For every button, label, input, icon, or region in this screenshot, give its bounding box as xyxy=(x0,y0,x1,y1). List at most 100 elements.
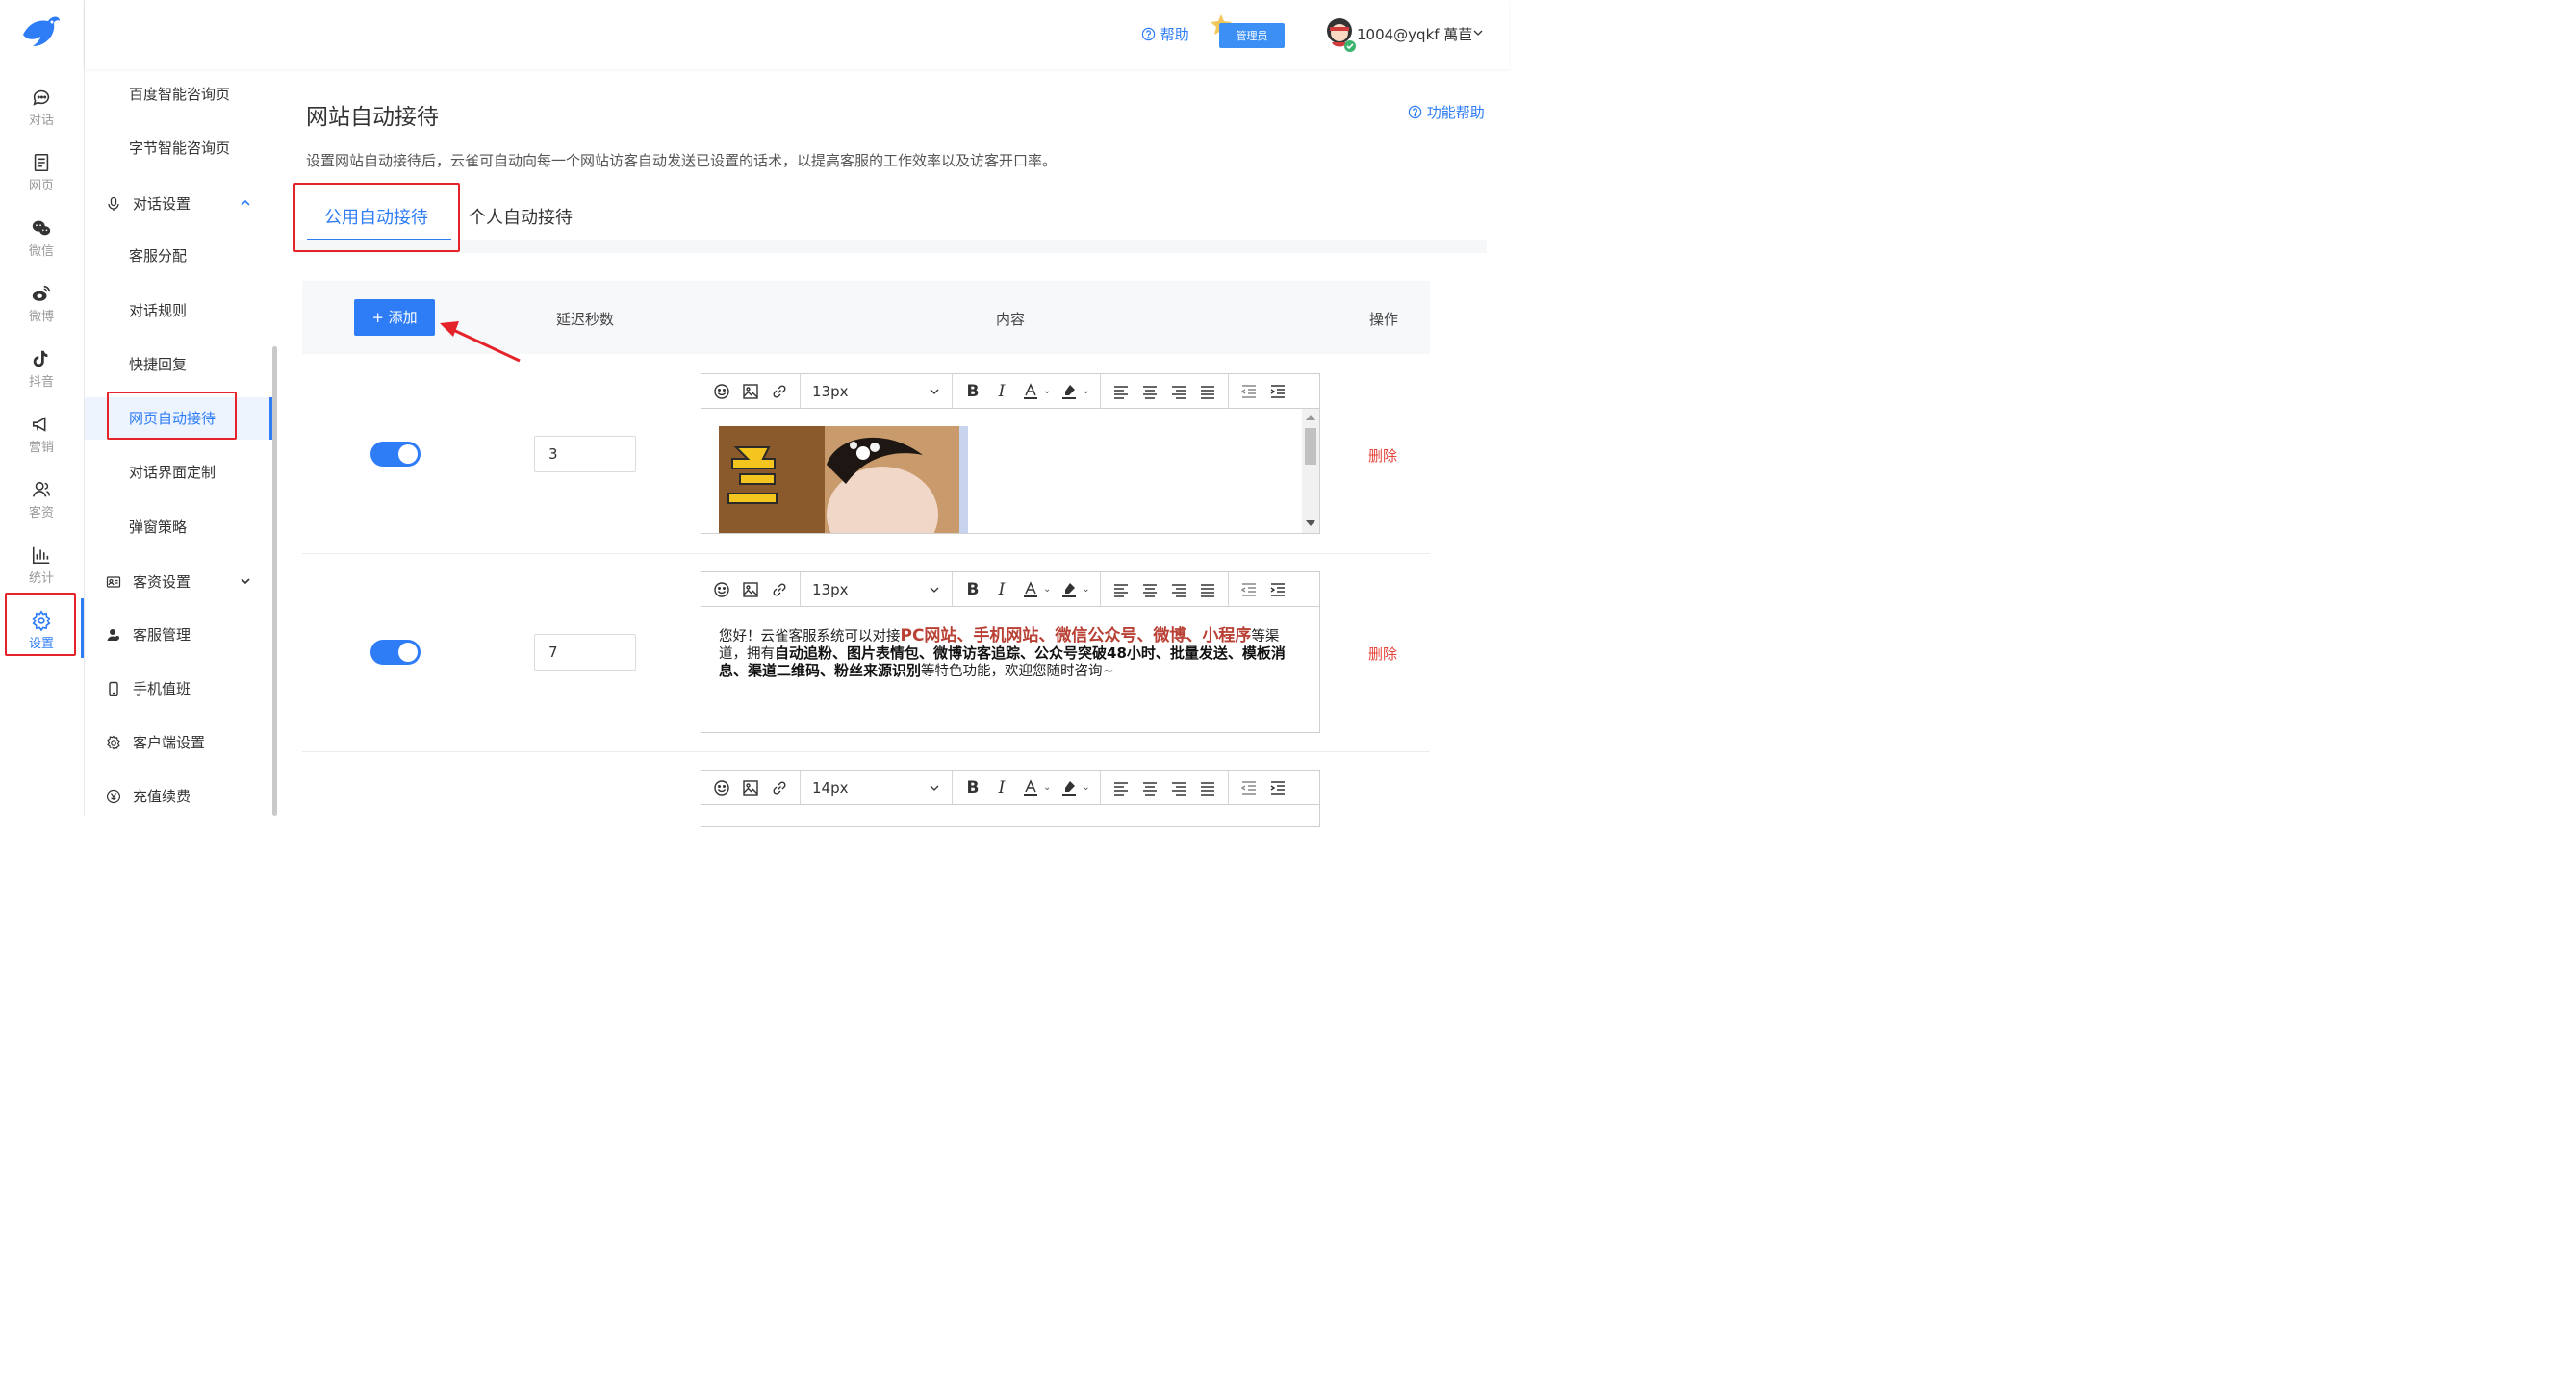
avatar[interactable] xyxy=(1322,15,1357,54)
nav-item-wechat[interactable]: 微信 xyxy=(0,208,83,271)
text-color-icon[interactable] xyxy=(1020,381,1041,402)
function-help-link[interactable]: 功能帮助 xyxy=(1408,102,1485,122)
tab-divider xyxy=(293,240,1487,253)
nav-item-chat[interactable]: 对话 xyxy=(0,77,83,140)
align-left-icon[interactable] xyxy=(1110,579,1132,600)
bold-icon[interactable]: B xyxy=(962,381,983,402)
chevron-down-icon xyxy=(930,389,939,394)
enable-toggle[interactable] xyxy=(370,640,421,665)
row-divider xyxy=(302,553,1430,554)
emoji-icon[interactable] xyxy=(711,579,732,600)
align-right-icon[interactable] xyxy=(1168,579,1189,600)
align-center-icon[interactable] xyxy=(1139,777,1160,798)
text-red-bold: PC网站、手机网站、微信公众号、微博、小程序 xyxy=(900,626,1252,645)
webpage-icon xyxy=(34,153,49,172)
indent-icon[interactable] xyxy=(1267,579,1288,600)
content-text: 您好！云雀客服系统可以对接PC网站、手机网站、微信公众号、微博、小程序等渠道，拥… xyxy=(719,628,1296,680)
help-link[interactable]: 帮助 xyxy=(1141,25,1189,44)
image-icon[interactable] xyxy=(740,777,761,798)
content-editor[interactable]: 13px B I ⌄ ⌄ xyxy=(701,373,1320,534)
link-icon[interactable] xyxy=(769,381,790,402)
highlight-color-icon[interactable] xyxy=(1058,777,1080,798)
editor-body[interactable]: 您好！云雀客服系统可以对接PC网站、手机网站、微信公众号、微博、小程序等渠道，拥… xyxy=(701,607,1319,732)
submenu-item-agent-management[interactable]: 客服管理 xyxy=(85,614,271,656)
emoji-icon[interactable] xyxy=(711,777,732,798)
italic-icon[interactable]: I xyxy=(991,579,1012,600)
outdent-icon[interactable] xyxy=(1238,777,1260,798)
nav-label: 微信 xyxy=(28,244,54,259)
highlight-color-icon[interactable] xyxy=(1058,381,1080,402)
align-right-icon[interactable] xyxy=(1168,777,1189,798)
indent-icon[interactable] xyxy=(1267,381,1288,402)
nav-item-customer[interactable]: 客资 xyxy=(0,469,83,533)
submenu-item-recharge[interactable]: 充值续费 xyxy=(85,775,271,818)
submenu-item-client-settings[interactable]: 客户端设置 xyxy=(85,721,271,764)
submenu-item-agent-assignment[interactable]: 客服分配 xyxy=(85,235,271,277)
nav-item-stats[interactable]: 统计 xyxy=(0,535,83,598)
nav-item-marketing[interactable]: 营销 xyxy=(0,404,83,468)
align-justify-icon[interactable] xyxy=(1197,381,1218,402)
editor-scrollbar[interactable] xyxy=(1302,409,1319,533)
highlight-box xyxy=(107,392,237,440)
delay-seconds-input[interactable]: 3 xyxy=(534,436,636,472)
submenu-item-mobile-duty[interactable]: 手机值班 xyxy=(85,668,271,710)
user-menu[interactable]: 1004@yqkf 萬苣 xyxy=(1357,25,1484,44)
indent-icon[interactable] xyxy=(1267,777,1288,798)
submenu-label: 充值续费 xyxy=(133,788,191,805)
link-icon[interactable] xyxy=(769,579,790,600)
italic-icon[interactable]: I xyxy=(991,777,1012,798)
bold-icon[interactable]: B xyxy=(962,579,983,600)
nav-item-weibo[interactable]: 微博 xyxy=(0,273,83,337)
align-justify-icon[interactable] xyxy=(1197,579,1218,600)
submenu-scrollbar[interactable] xyxy=(272,346,277,816)
link-icon[interactable] xyxy=(769,777,790,798)
align-center-icon[interactable] xyxy=(1139,579,1160,600)
delete-link[interactable]: 删除 xyxy=(1368,644,1397,664)
chevron-down-icon: ⌄ xyxy=(1043,584,1052,595)
nav-item-webpage[interactable]: 网页 xyxy=(0,142,83,206)
outdent-icon[interactable] xyxy=(1238,579,1260,600)
highlight-color-icon[interactable] xyxy=(1058,579,1080,600)
align-center-icon[interactable] xyxy=(1139,381,1160,402)
content-editor[interactable]: 14px B I ⌄ ⌄ xyxy=(701,770,1320,827)
italic-icon[interactable]: I xyxy=(991,381,1012,402)
text-color-icon[interactable] xyxy=(1020,579,1041,600)
align-left-icon[interactable] xyxy=(1110,777,1132,798)
editor-body[interactable] xyxy=(701,409,1319,533)
column-header-delay: 延迟秒数 xyxy=(556,311,615,328)
logo-bird-icon[interactable] xyxy=(19,13,62,52)
outdent-icon[interactable] xyxy=(1238,381,1260,402)
emoji-icon[interactable] xyxy=(711,381,732,402)
font-size-select[interactable]: 13px xyxy=(801,373,953,409)
chevron-down-icon: ⌄ xyxy=(1082,584,1090,595)
image-icon[interactable] xyxy=(740,579,761,600)
text-color-icon[interactable] xyxy=(1020,777,1041,798)
submenu-item-dialog-rules[interactable]: 对话规则 xyxy=(85,290,271,332)
submenu-item-popup-strategy[interactable]: 弹窗策略 xyxy=(85,506,271,548)
submenu-group-customer-settings[interactable]: 客资设置 xyxy=(85,561,271,603)
submenu-item-dialog-ui-custom[interactable]: 对话界面定制 xyxy=(85,451,271,494)
submenu-group-dialog-settings[interactable]: 对话设置 xyxy=(85,183,271,225)
chevron-down-icon: ⌄ xyxy=(1043,782,1052,793)
font-size-select[interactable]: 13px xyxy=(801,571,953,607)
chevron-down-icon: ⌄ xyxy=(1082,386,1090,396)
delay-seconds-input[interactable]: 7 xyxy=(534,634,636,671)
nav-item-douyin[interactable]: 抖音 xyxy=(0,339,83,402)
person-icon xyxy=(107,629,119,641)
enable-toggle[interactable] xyxy=(370,442,421,467)
align-justify-icon[interactable] xyxy=(1197,777,1218,798)
align-left-icon[interactable] xyxy=(1110,381,1132,402)
image-icon[interactable] xyxy=(740,381,761,402)
submenu-item-baidu[interactable]: 百度智能咨询页 xyxy=(85,73,271,115)
submenu-item-quick-reply[interactable]: 快捷回复 xyxy=(85,343,271,386)
add-button[interactable]: + 添加 xyxy=(354,299,435,336)
content-editor[interactable]: 13px B I ⌄ ⌄ 您好！云雀客服系统可以对接PC网站、手机网站、微信公众… xyxy=(701,571,1320,733)
font-size-select[interactable]: 14px xyxy=(801,770,953,805)
align-right-icon[interactable] xyxy=(1168,381,1189,402)
top-header xyxy=(85,0,1509,69)
bold-icon[interactable]: B xyxy=(962,777,983,798)
microphone-icon xyxy=(108,196,119,211)
tab-personal-auto-reception[interactable]: 个人自动接待 xyxy=(469,204,573,229)
submenu-item-bytedance[interactable]: 字节智能咨询页 xyxy=(85,127,271,169)
delete-link[interactable]: 删除 xyxy=(1368,445,1397,466)
